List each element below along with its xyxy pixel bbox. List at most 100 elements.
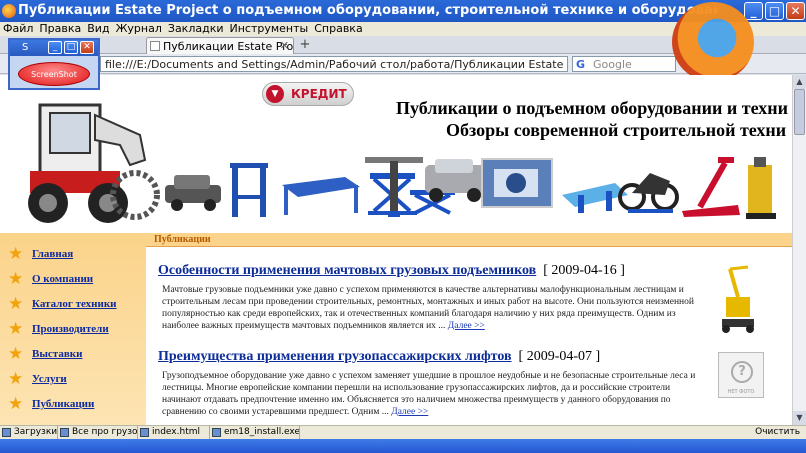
menu-file[interactable]: Файл xyxy=(0,22,36,36)
four-post-lift-image xyxy=(282,177,360,215)
star-icon: ★ xyxy=(8,394,24,414)
download-icon xyxy=(2,428,11,437)
nav-link[interactable]: Выставки xyxy=(32,348,82,360)
new-tab-icon[interactable]: + xyxy=(298,38,312,52)
star-icon: ★ xyxy=(8,294,24,314)
article-title-link[interactable]: Особенности применения мачтовых грузовых… xyxy=(158,263,536,278)
menu-help[interactable]: Справка xyxy=(311,22,365,36)
nav-item-services[interactable]: ★ Услуги xyxy=(8,370,138,390)
tab-close-icon[interactable]: ✕ xyxy=(280,39,289,52)
downloads-label: Загрузки xyxy=(14,427,58,437)
scroll-thumb[interactable] xyxy=(794,89,805,135)
section-bar: Публикации xyxy=(146,233,792,247)
article-summary: Грузоподъемное оборудование уже давно с … xyxy=(162,371,696,417)
page-content: ▼ КРЕДИТ Публикации о подъемном оборудов… xyxy=(0,75,792,425)
article-date: [ 2009-04-16 ] xyxy=(543,263,625,278)
firefox-logo-icon xyxy=(672,2,754,82)
star-icon: ★ xyxy=(8,244,24,264)
nav-item-catalog[interactable]: ★ Каталог техники xyxy=(8,295,138,315)
excavator-image xyxy=(722,265,754,333)
nav-link[interactable]: Публикации xyxy=(32,398,94,410)
article-heading: Преимущества применения грузопассажирски… xyxy=(158,349,698,365)
vertical-scrollbar[interactable]: ▲ ▼ xyxy=(792,75,806,425)
star-icon: ★ xyxy=(8,319,24,339)
selected-equipment-image xyxy=(481,158,553,208)
headline-line-1: Публикации о подъемном оборудовании и те… xyxy=(396,98,788,118)
star-icon: ★ xyxy=(8,269,24,289)
article-item: Особенности применения мачтовых грузовых… xyxy=(158,263,698,332)
article-title-link[interactable]: Преимущества применения грузопассажирски… xyxy=(158,349,512,364)
clear-button[interactable]: Очистить xyxy=(755,427,800,437)
downloads-item[interactable]: Загрузки xyxy=(0,426,58,440)
jeep-image xyxy=(425,159,485,202)
nav-item-exhibitions[interactable]: ★ Выставки xyxy=(8,345,138,365)
read-more-link[interactable]: Далее >> xyxy=(391,407,428,417)
screenshot-app-title: S xyxy=(22,42,29,53)
screenshot-button[interactable]: ScreenShot xyxy=(18,62,90,86)
menu-bookmarks[interactable]: Закладки xyxy=(165,22,227,36)
equipment-strip xyxy=(165,157,776,219)
nav-item-home[interactable]: ★ Главная xyxy=(8,245,138,265)
download-item[interactable]: em18_install.exe xyxy=(210,426,300,440)
credit-button[interactable]: ▼ КРЕДИТ xyxy=(262,82,354,106)
status-bar: Загрузки Все про грузовы index.html em18… xyxy=(0,425,806,440)
download-item[interactable]: index.html xyxy=(138,426,210,440)
no-photo-icon: ? НЕТ ФОТО xyxy=(718,352,764,398)
window-title: Публикации Estate Project о подъемном об… xyxy=(18,3,718,18)
read-more-link[interactable]: Далее >> xyxy=(448,321,485,331)
motorcycle-image xyxy=(618,173,679,213)
menu-history[interactable]: Журнал xyxy=(113,22,165,36)
suv-image xyxy=(165,175,221,211)
minimize-icon[interactable]: _ xyxy=(744,2,763,20)
search-input[interactable]: G Google xyxy=(572,56,676,72)
download-item[interactable]: Все про грузовы xyxy=(58,426,138,440)
url-bar[interactable]: file:///E:/Documents and Settings/Admin/… xyxy=(100,56,568,72)
skid-loader-image xyxy=(28,103,160,223)
menu-edit[interactable]: Правка xyxy=(36,22,84,36)
download-label: Все про грузовы xyxy=(72,427,138,437)
file-icon xyxy=(140,428,149,437)
scroll-up-icon[interactable]: ▲ xyxy=(793,75,806,89)
nav-link[interactable]: Главная xyxy=(32,248,73,260)
tab-label: Публикации Estate Project... xyxy=(163,40,294,53)
minimize-icon[interactable]: _ xyxy=(48,41,62,54)
nav-item-manufacturers[interactable]: ★ Производители xyxy=(8,320,138,340)
no-photo-label: НЕТ ФОТО xyxy=(727,389,755,395)
star-icon: ★ xyxy=(8,344,24,364)
file-icon xyxy=(212,428,221,437)
screenshot-app-titlebar: S _ □ ✕ xyxy=(10,40,98,56)
nav-item-about[interactable]: ★ О компании xyxy=(8,270,138,290)
nav-link[interactable]: О компании xyxy=(32,273,93,285)
search-placeholder: Google xyxy=(593,58,632,71)
two-post-lift-image xyxy=(230,163,268,217)
close-icon[interactable]: ✕ xyxy=(80,41,94,54)
download-label: index.html xyxy=(152,427,200,437)
floor-jack-image xyxy=(682,157,740,217)
nav-link[interactable]: Производители xyxy=(32,323,109,335)
nav-link[interactable]: Каталог техники xyxy=(32,298,117,310)
maximize-icon[interactable]: □ xyxy=(765,2,784,20)
maximize-icon[interactable]: □ xyxy=(64,41,78,54)
article-text: Мачтовые грузовые подъемники уже давно с… xyxy=(158,284,698,332)
firefox-icon xyxy=(2,4,16,18)
credit-label: КРЕДИТ xyxy=(291,87,347,101)
article-item: Преимущества применения грузопассажирски… xyxy=(158,349,698,418)
download-label: em18_install.exe xyxy=(224,427,300,437)
menu-view[interactable]: Вид xyxy=(84,22,112,36)
file-icon xyxy=(60,428,69,437)
column-lift-image xyxy=(365,157,423,217)
no-photo-glyph: ? xyxy=(731,361,753,383)
nav-link[interactable]: Услуги xyxy=(32,373,67,385)
google-icon: G xyxy=(576,58,586,71)
nav-item-publications[interactable]: ★ Публикации xyxy=(8,395,138,415)
section-title: Публикации xyxy=(154,234,211,245)
tab-active[interactable]: Публикации Estate Project... ✕ xyxy=(146,37,294,54)
scroll-down-icon[interactable]: ▼ xyxy=(793,411,806,425)
star-icon: ★ xyxy=(8,369,24,389)
headline-line-2: Обзоры современной строительной техни xyxy=(446,120,787,140)
article-summary: Мачтовые грузовые подъемники уже давно с… xyxy=(162,285,694,331)
menu-tools[interactable]: Инструменты xyxy=(227,22,312,36)
article-heading: Особенности применения мачтовых грузовых… xyxy=(158,263,698,279)
close-icon[interactable]: ✕ xyxy=(786,2,805,20)
bottle-jack-image xyxy=(746,157,776,219)
